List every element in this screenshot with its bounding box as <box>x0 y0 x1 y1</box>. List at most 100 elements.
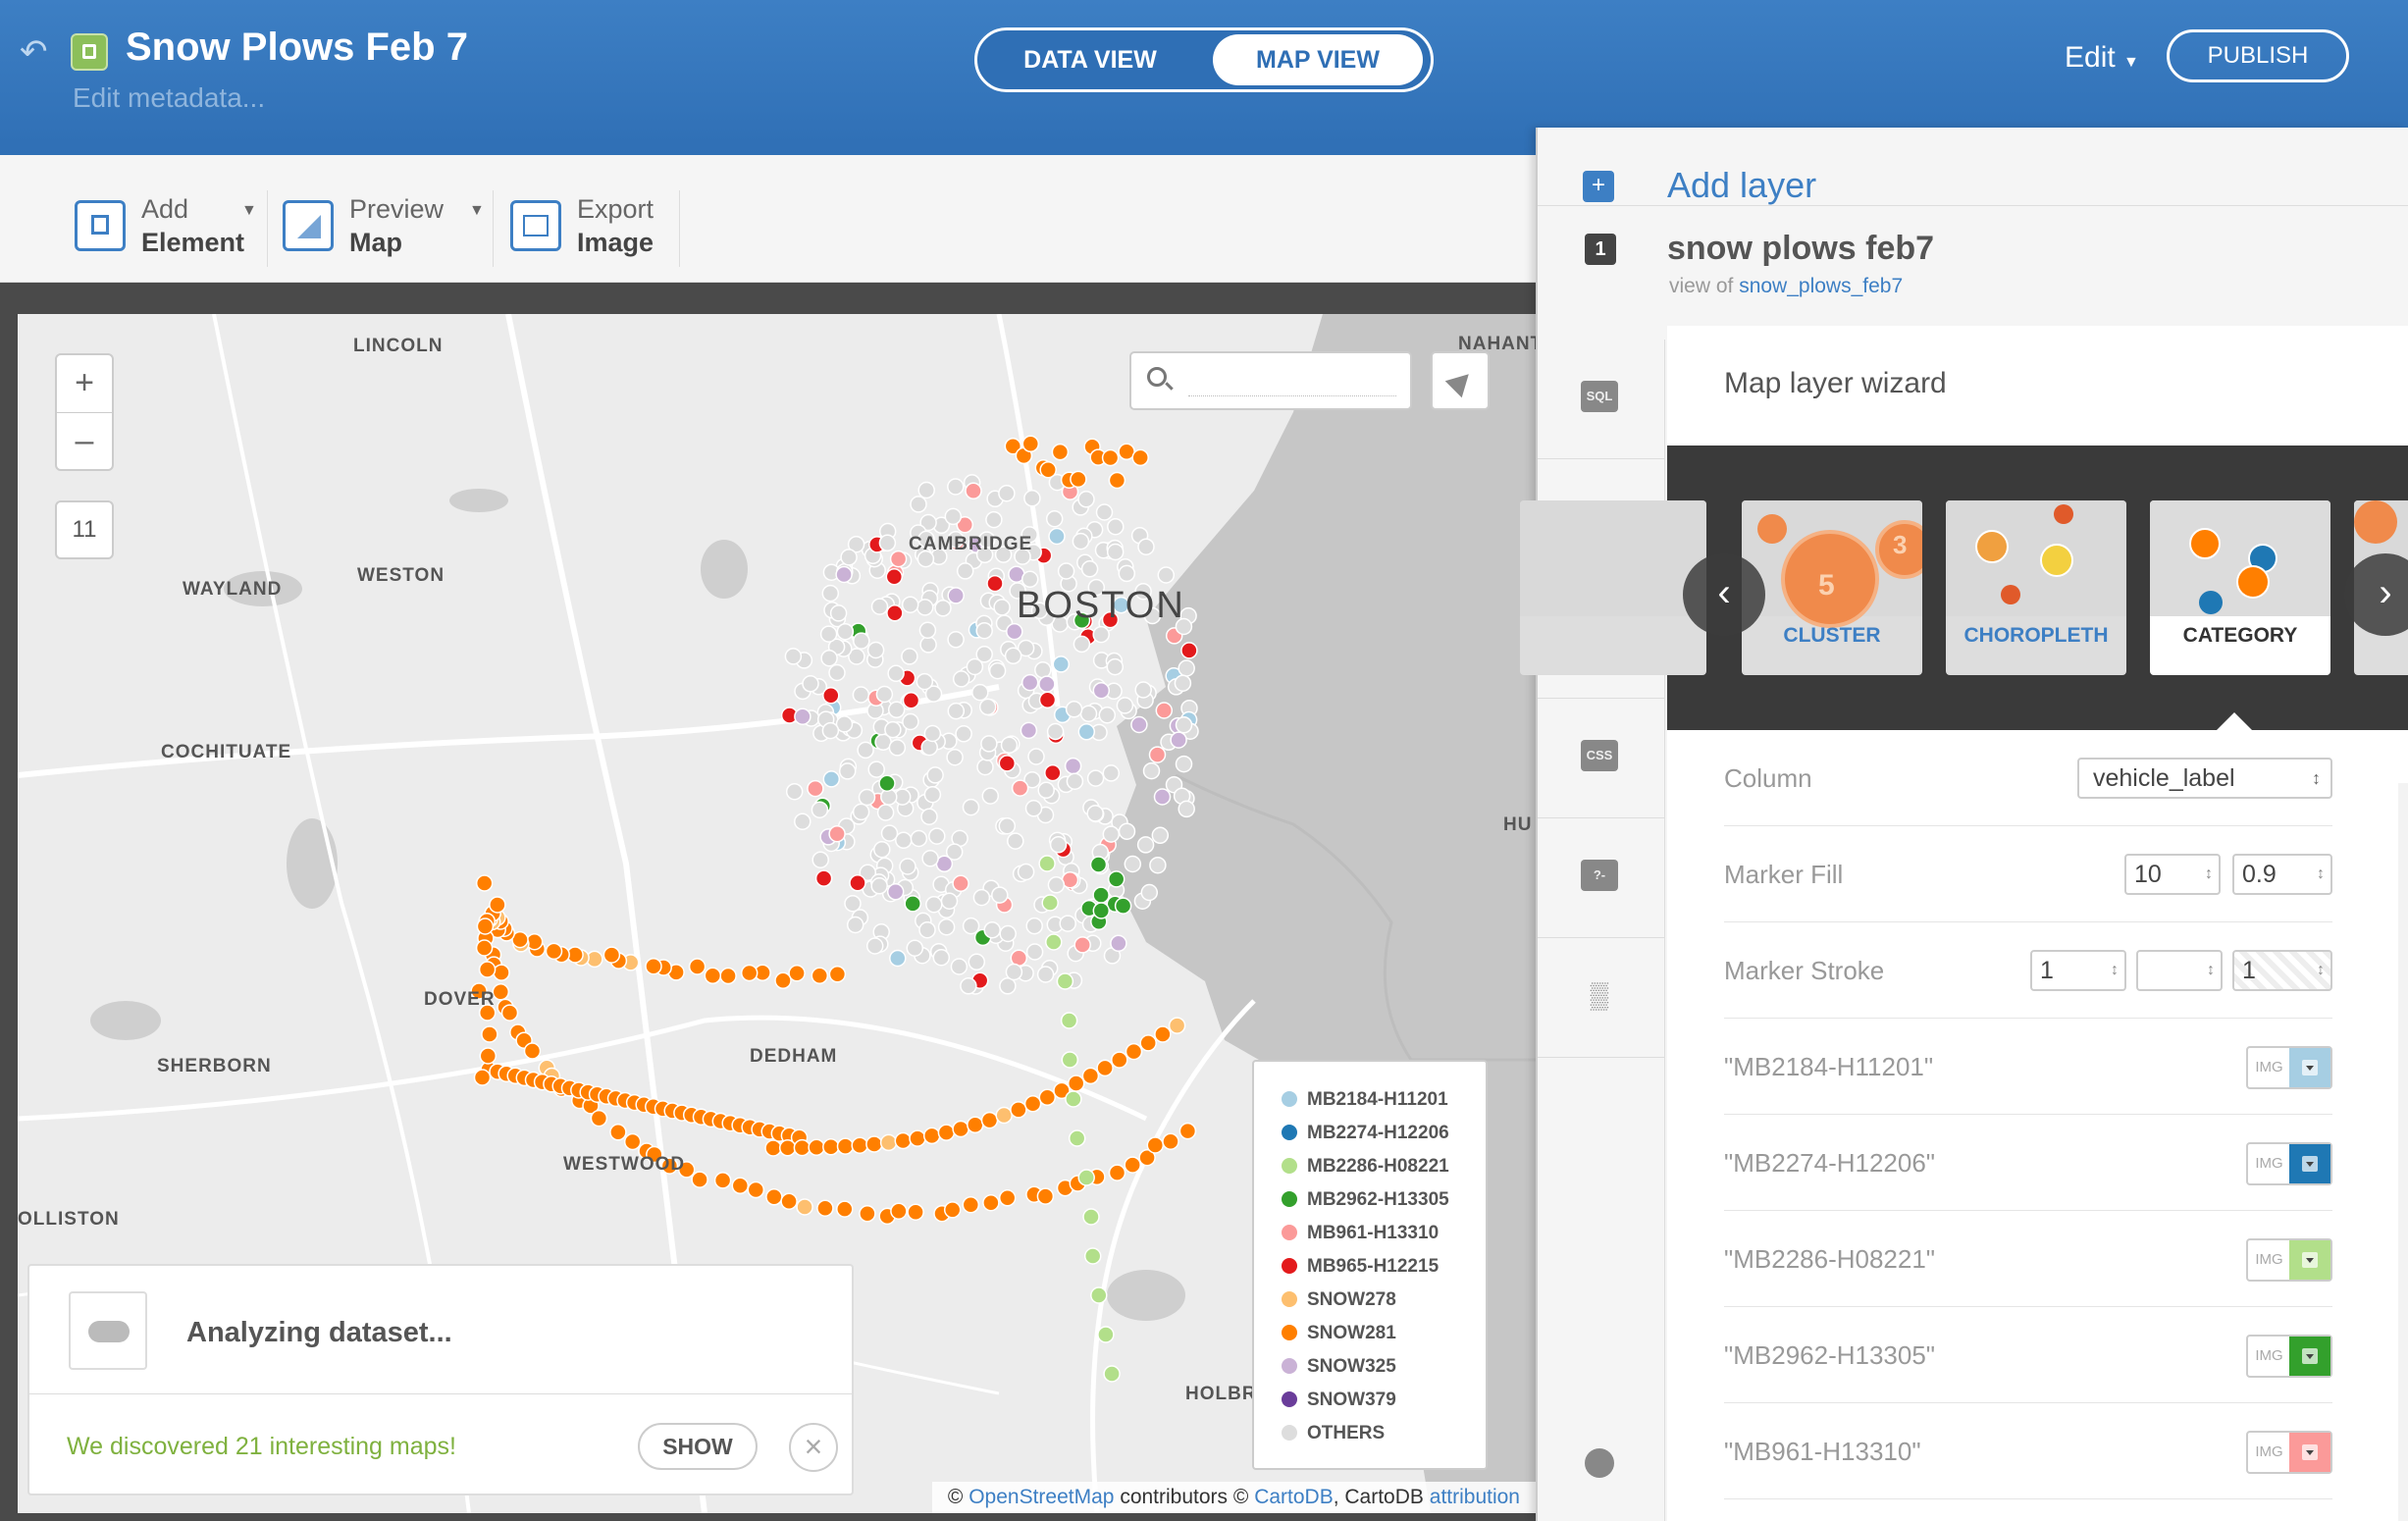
plow-point <box>865 1135 883 1153</box>
plow-point <box>821 721 840 740</box>
css-tab[interactable]: CSS <box>1538 699 1664 818</box>
lightbulb-icon[interactable] <box>1585 1448 1614 1478</box>
plow-point <box>811 851 829 868</box>
plow-point <box>1045 933 1063 951</box>
viz-tile-partial[interactable] <box>1520 500 1706 675</box>
layer-name[interactable]: snow plows feb7 <box>1667 230 1934 268</box>
carousel-prev-button[interactable]: ‹ <box>1683 553 1765 636</box>
plow-point <box>645 957 662 975</box>
plow-point <box>960 977 977 995</box>
selected-notch <box>2217 712 2252 730</box>
color-swatch[interactable] <box>2289 1144 2330 1183</box>
plow-point <box>870 877 888 895</box>
plow-point <box>978 698 997 716</box>
legend-tab[interactable]: ?- <box>1538 818 1664 938</box>
plow-point <box>1021 673 1039 692</box>
attribution-link[interactable]: attribution <box>1430 1486 1520 1508</box>
lock-icon[interactable] <box>71 33 108 71</box>
marker-stroke-opacity-input[interactable]: 1 <box>2232 950 2332 991</box>
legend-icon: ?- <box>1581 860 1618 891</box>
plow-point <box>765 1188 783 1206</box>
image-marker-button[interactable]: IMG <box>2248 1144 2291 1183</box>
viz-tile-choropleth[interactable]: CHOROPLETH <box>1946 500 2126 675</box>
osm-link[interactable]: OpenStreetMap <box>968 1486 1114 1508</box>
source-table-link[interactable]: snow_plows_feb7 <box>1739 275 1903 297</box>
color-swatch[interactable] <box>2289 1337 2330 1376</box>
zoom-in-button[interactable]: + <box>57 355 112 412</box>
filters-tab[interactable]: ▒ <box>1538 938 1664 1058</box>
add-element-button[interactable]: Add Element ▼ <box>75 192 261 263</box>
category-color-picker[interactable]: IMG <box>2246 1142 2332 1185</box>
marker-fill-width-input[interactable]: 10 <box>2124 854 2221 895</box>
category-color-picker[interactable]: IMG <box>2246 1431 2332 1474</box>
viz-tile-cluster[interactable]: 5 3 CLUSTER <box>1742 500 1922 675</box>
plow-point <box>1023 1095 1042 1113</box>
preview-map-button[interactable]: Preview Map ▼ <box>283 192 485 263</box>
edit-menu[interactable]: Edit ▼ <box>2065 41 2139 75</box>
plow-point <box>947 702 966 720</box>
plow-point <box>1025 917 1043 935</box>
image-marker-button[interactable]: IMG <box>2248 1337 2291 1376</box>
plow-point <box>808 1138 825 1157</box>
image-marker-button[interactable]: IMG <box>2248 1433 2291 1472</box>
category-color-picker[interactable]: IMG <box>2246 1046 2332 1089</box>
category-color-picker[interactable]: IMG <box>2246 1238 2332 1282</box>
map-search[interactable] <box>1129 351 1412 410</box>
marker-stroke-color-picker[interactable] <box>2136 950 2223 991</box>
export-image-button[interactable]: Export Image <box>510 192 677 263</box>
wizard-scrollbar[interactable] <box>2398 783 2408 1521</box>
page-title[interactable]: Snow Plows Feb 7 <box>126 26 468 70</box>
viz-tile-category[interactable]: CATEGORY <box>2150 500 2330 675</box>
color-swatch[interactable] <box>2289 1240 2330 1280</box>
plow-point <box>852 803 870 821</box>
publish-button[interactable]: PUBLISH <box>2167 29 2349 82</box>
plow-point <box>1072 532 1090 551</box>
cloud-icon <box>69 1291 147 1370</box>
plow-point <box>853 632 870 650</box>
data-view-tab[interactable]: DATA VIEW <box>987 34 1193 85</box>
color-swatch[interactable] <box>2289 1048 2330 1087</box>
cartodb-link[interactable]: CartoDB <box>1254 1486 1334 1508</box>
marker-fill-opacity-input[interactable]: 0.9 <box>2232 854 2332 895</box>
close-icon[interactable]: × <box>789 1423 838 1472</box>
column-select[interactable]: vehicle_label <box>2077 758 2332 799</box>
plow-point <box>821 584 840 603</box>
plow-point <box>493 964 510 981</box>
legend-item: MB961-H13310 <box>1282 1217 1486 1250</box>
plow-point <box>822 687 840 705</box>
plow-point <box>926 766 944 784</box>
sql-tab[interactable]: SQL <box>1538 340 1664 459</box>
category-color-picker[interactable]: IMG <box>2246 1335 2332 1378</box>
back-arrow-icon[interactable]: ↶ <box>20 35 53 69</box>
locate-button[interactable] <box>1431 351 1490 410</box>
plow-point <box>1025 943 1044 961</box>
add-element-icon <box>75 200 126 251</box>
plow-point <box>796 1198 813 1216</box>
plow-point <box>623 1132 642 1151</box>
zoom-out-button[interactable]: – <box>57 412 112 469</box>
plow-point <box>1116 697 1134 714</box>
image-marker-button[interactable]: IMG <box>2248 1048 2291 1087</box>
plow-point <box>1151 826 1170 845</box>
plow-point <box>975 621 993 640</box>
plow-point <box>1111 1051 1128 1069</box>
plow-point <box>934 600 952 617</box>
add-layer-row[interactable]: + Add layer <box>1538 128 2408 206</box>
place-label: WESTON <box>357 565 445 586</box>
plow-point <box>866 641 885 659</box>
edit-metadata-link[interactable]: Edit metadata... <box>73 82 265 114</box>
plow-point <box>793 1138 811 1157</box>
plow-point <box>802 675 819 693</box>
plow-point <box>971 683 989 702</box>
color-swatch[interactable] <box>2289 1433 2330 1472</box>
map-view-tab[interactable]: MAP VIEW <box>1213 34 1423 85</box>
image-marker-button[interactable]: IMG <box>2248 1240 2291 1280</box>
plow-point <box>962 1196 980 1214</box>
show-maps-button[interactable]: SHOW <box>638 1423 758 1470</box>
column-row: Column vehicle_label <box>1724 730 2332 826</box>
map-canvas[interactable]: + – 11 LINCOLN NAHANT CAMBRIDGE BOSTON W… <box>18 314 1536 1513</box>
map-search-input[interactable] <box>1188 367 1396 396</box>
plow-point <box>1149 856 1167 874</box>
marker-stroke-width-input[interactable]: 1 <box>2030 950 2126 991</box>
plow-point <box>1073 635 1091 654</box>
